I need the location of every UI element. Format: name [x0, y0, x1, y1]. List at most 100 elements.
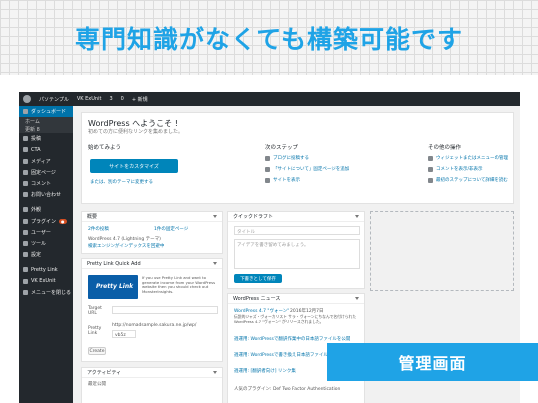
comment-icon: [23, 181, 28, 187]
draft-content-input[interactable]: アイデアを書き留めてみましょう。: [234, 239, 360, 269]
getting-started-title: 始めてみよう: [88, 145, 122, 151]
prettylink-banner[interactable]: Pretty Link: [88, 275, 138, 299]
link-label: ウィジェットまたはメニューの管理: [436, 156, 508, 161]
more-action-link[interactable]: コメントを表示/非表示: [428, 166, 483, 172]
admin-bar-updates[interactable]: 3: [109, 96, 112, 102]
admin-bar: パソテンプル VK ExUnit 3 0 + 新規: [19, 92, 520, 106]
posts-count-link[interactable]: 2件の投稿: [88, 226, 109, 232]
more-action-link[interactable]: ウィジェットまたはメニューの管理: [428, 155, 508, 161]
prettylink-desc: If you use Pretty Link and want to gener…: [142, 275, 216, 294]
pages-count-link[interactable]: 1件の固定ページ: [154, 226, 188, 232]
sidebar-item-plugins[interactable]: プラグイン ●: [19, 216, 73, 227]
comment-icon: [428, 166, 433, 172]
toggle-icon[interactable]: [213, 262, 217, 265]
sidebar-item-label: 外観: [31, 207, 42, 214]
sidebar-item-settings[interactable]: 設定: [19, 249, 73, 260]
sidebar-item-label: メディア: [31, 158, 51, 165]
search-engine-line[interactable]: 検索エンジンがインデックスを回避中: [88, 243, 164, 249]
sidebar-item-label: 固定ページ: [31, 169, 56, 176]
next-steps-title: 次のステップ: [265, 145, 299, 151]
sidebar-item-label: コメント: [31, 181, 52, 188]
admin-bar-comments[interactable]: 0: [121, 96, 124, 102]
target-url-input[interactable]: [112, 306, 218, 314]
pin-icon: [23, 136, 28, 142]
sidebar-item-label: VK ExUnit: [31, 278, 56, 285]
sidebar-item-media[interactable]: メディア: [19, 156, 73, 167]
admin-bar-site[interactable]: パソテンプル: [39, 96, 69, 103]
sidebar-item-cta[interactable]: CTA: [19, 144, 73, 155]
draft-title-input[interactable]: タイトル: [234, 226, 360, 235]
news-item[interactable]: 人気のプラグイン: Def Two Factor Authentication: [234, 386, 340, 392]
toggle-icon[interactable]: [355, 215, 359, 218]
sidebar-item-contact[interactable]: お問い合わせ: [19, 189, 73, 200]
wrench-icon: [23, 240, 28, 246]
star-icon: [23, 267, 28, 273]
sidebar-item-label: ホーム: [25, 118, 40, 125]
sidebar-item-appearance[interactable]: 外観: [19, 204, 73, 215]
prettylink-title: Pretty Link Quick Add: [82, 259, 222, 269]
more-actions-title: その他の操作: [428, 145, 462, 151]
admin-sidebar: ダッシュボード ホーム 更新 8 投稿 CTA メディア 固定ページ コメント …: [19, 106, 73, 403]
sidebar-item-vkexunit[interactable]: VK ExUnit: [19, 275, 73, 286]
sidebar-item-pages[interactable]: 固定ページ: [19, 167, 73, 178]
plugin-update-badge: ●: [59, 218, 67, 224]
link-label: ブログに投稿する: [273, 156, 309, 161]
change-theme-link[interactable]: または、別のテーマに変更する: [90, 179, 153, 185]
dashboard-icon: [23, 109, 28, 115]
welcome-panel: WordPress へようこそ ! 初めての方に便利なリンクを集めました。 始め…: [81, 112, 514, 204]
wordpress-logo-icon[interactable]: [23, 95, 31, 103]
sidebar-item-comments[interactable]: コメント: [19, 178, 73, 189]
link-label: 「サイトについて」固定ページを追加: [273, 167, 350, 172]
quickdraft-box: クイックドラフト タイトル アイデアを書き留めてみましょう。 下書きとして保存: [227, 211, 365, 289]
news-excerpt: 伝説的ジャズ・ヴォーカリスト サラ・ヴォーンにちなんで名付けられた WordPr…: [234, 314, 357, 324]
save-draft-button[interactable]: 下書きとして保存: [234, 274, 282, 283]
link-label: サイトを表示: [273, 178, 300, 183]
toggle-icon[interactable]: [213, 371, 217, 374]
box-title-text: クイックドラフト: [233, 214, 274, 220]
box-title-text: 概要: [87, 214, 98, 220]
toggle-icon[interactable]: [213, 215, 217, 218]
box-title-text: WordPress ニュース: [233, 296, 281, 302]
pretty-link-label: Pretty Link: [88, 326, 102, 336]
sidebar-item-label: 投稿: [31, 136, 42, 143]
page-icon: [23, 169, 28, 175]
sidebar-item-posts[interactable]: 投稿: [19, 133, 73, 144]
recently-published: 最近公開: [88, 382, 106, 387]
media-icon: [23, 158, 28, 164]
next-step-link[interactable]: サイトを表示: [265, 177, 300, 183]
news-title: WordPress ニュース: [228, 294, 364, 304]
sidebar-item-label: 更新 8: [25, 126, 40, 133]
news-item[interactable]: 週運用: WordPressで翻訳作業中の日本語ファイルを公開: [234, 336, 350, 342]
toggle-icon[interactable]: [355, 297, 359, 300]
sidebar-submenu: ホーム 更新 8: [19, 117, 73, 134]
sidebar-item-dashboard[interactable]: ダッシュボード: [19, 106, 73, 118]
widgets-icon: [428, 155, 433, 161]
sidebar-item-updates[interactable]: 更新 8: [19, 125, 73, 133]
link-label: 最初のステップについて詳細を読む: [436, 178, 508, 183]
next-step-link[interactable]: ブログに投稿する: [265, 155, 309, 161]
news-item[interactable]: 週運用: WordPressで書き換え日本語ファイルを公開: [234, 352, 341, 358]
pretty-link-slug-input[interactable]: vb5z: [112, 330, 136, 338]
sidebar-item-label: プラグイン: [31, 218, 57, 225]
create-button[interactable]: Create: [88, 347, 106, 355]
prettylink-box: Pretty Link Quick Add Pretty Link If you…: [81, 258, 223, 362]
sidebar-item-collapse[interactable]: メニューを閉じる: [19, 287, 73, 298]
overview-box: 概要 2件の投稿 1件の固定ページ WordPress 4.7 (Lightni…: [81, 211, 223, 254]
sidebar-item-label: ツール: [31, 240, 47, 247]
quickdraft-title: クイックドラフト: [228, 212, 364, 222]
customize-site-button[interactable]: サイトをカスタマイズ: [90, 159, 178, 173]
sidebar-item-label: 設定: [31, 252, 42, 259]
view-icon: [265, 177, 270, 183]
target-url-label: Target URL: [88, 306, 102, 316]
next-step-link[interactable]: 「サイトについて」固定ページを追加: [265, 166, 349, 172]
admin-bar-new[interactable]: + 新規: [132, 96, 148, 103]
sidebar-item-tools[interactable]: ツール: [19, 238, 73, 249]
empty-widget-area[interactable]: [370, 211, 514, 291]
sidebar-item-users[interactable]: ユーザー: [19, 227, 73, 238]
more-action-link[interactable]: 最初のステップについて詳細を読む: [428, 177, 508, 183]
news-item[interactable]: 週運用: [翻訳者向け] リンク集: [234, 368, 296, 374]
admin-bar-exunit[interactable]: VK ExUnit: [77, 96, 102, 102]
sidebar-item-prettylink[interactable]: Pretty Link: [19, 264, 73, 275]
sidebar-item-home[interactable]: ホーム: [19, 117, 73, 125]
sidebar-item-label: CTA: [31, 146, 41, 153]
